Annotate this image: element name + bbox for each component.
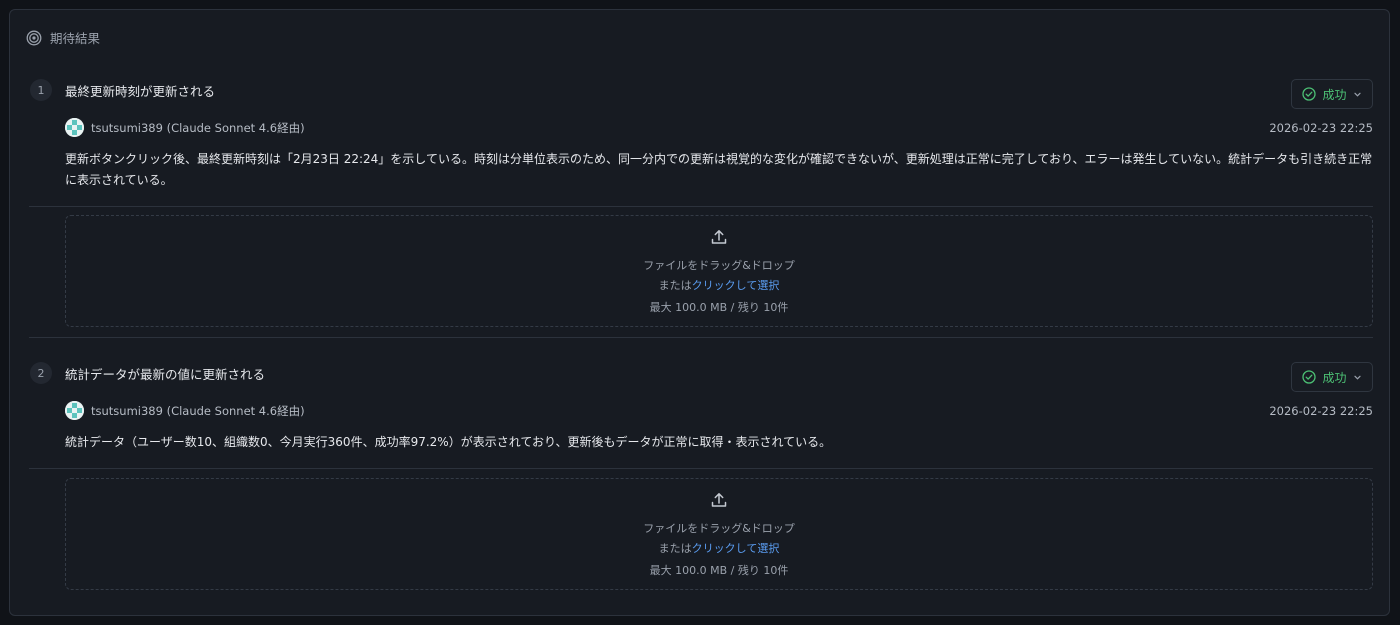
divider (29, 206, 1373, 207)
file-dropzone[interactable]: ファイルをドラッグ&ドロップ またはクリックして選択 最大 100.0 MB /… (65, 478, 1373, 590)
select-file-link[interactable]: クリックして選択 (692, 542, 780, 555)
upload-icon (710, 228, 728, 250)
result-description: 統計データ（ユーザー数10、組織数0、今月実行360件、成功率97.2%）が表示… (65, 435, 832, 449)
expected-results-panel: 期待結果 1 最終更新時刻が更新される 成功 tsutsumi389 (Clau… (9, 9, 1390, 616)
item-title: 統計データが最新の値に更新される (65, 367, 266, 382)
chevron-down-icon (1353, 90, 1362, 99)
check-circle-icon (1302, 87, 1317, 101)
upload-icon (710, 491, 728, 513)
select-file-link[interactable]: クリックして選択 (692, 279, 780, 292)
item-title: 最終更新時刻が更新される (65, 84, 216, 99)
result-item: 2 統計データが最新の値に更新される 成功 tsutsumi389 (Claud… (10, 293, 1389, 613)
dropzone-limit: 最大 100.0 MB / 残り 10件 (649, 564, 789, 577)
chevron-down-icon (1353, 373, 1362, 382)
author: tsutsumi389 (Claude Sonnet 4.6経由) (65, 401, 305, 420)
item-number: 1 (30, 79, 52, 101)
author-name: tsutsumi389 (Claude Sonnet 4.6経由) (91, 403, 305, 418)
status-label: 成功 (1322, 87, 1347, 102)
dropzone-select-prefix: または (658, 542, 692, 555)
check-circle-icon (1302, 370, 1317, 384)
divider (29, 468, 1373, 469)
author-name: tsutsumi389 (Claude Sonnet 4.6経由) (91, 120, 305, 135)
avatar (65, 401, 84, 420)
status-label: 成功 (1322, 370, 1347, 385)
avatar (65, 118, 84, 137)
dropzone-instruction: ファイルをドラッグ&ドロップ (643, 522, 795, 535)
result-item: 1 最終更新時刻が更新される 成功 tsutsumi389 (Claude So… (10, 10, 1389, 340)
dropzone-select-prefix: または (658, 279, 692, 292)
result-description: 更新ボタンクリック後、最終更新時刻は「2月23日 22:24」を示している。時刻… (65, 152, 1373, 187)
status-dropdown-button[interactable]: 成功 (1291, 362, 1373, 392)
dropzone-select-line: またはクリックして選択 (659, 539, 780, 559)
author: tsutsumi389 (Claude Sonnet 4.6経由) (65, 118, 305, 137)
status-dropdown-button[interactable]: 成功 (1291, 79, 1373, 109)
dropzone-instruction: ファイルをドラッグ&ドロップ (643, 259, 795, 272)
timestamp: 2026-02-23 22:25 (1269, 404, 1373, 418)
timestamp: 2026-02-23 22:25 (1269, 121, 1373, 135)
item-number: 2 (30, 362, 52, 384)
